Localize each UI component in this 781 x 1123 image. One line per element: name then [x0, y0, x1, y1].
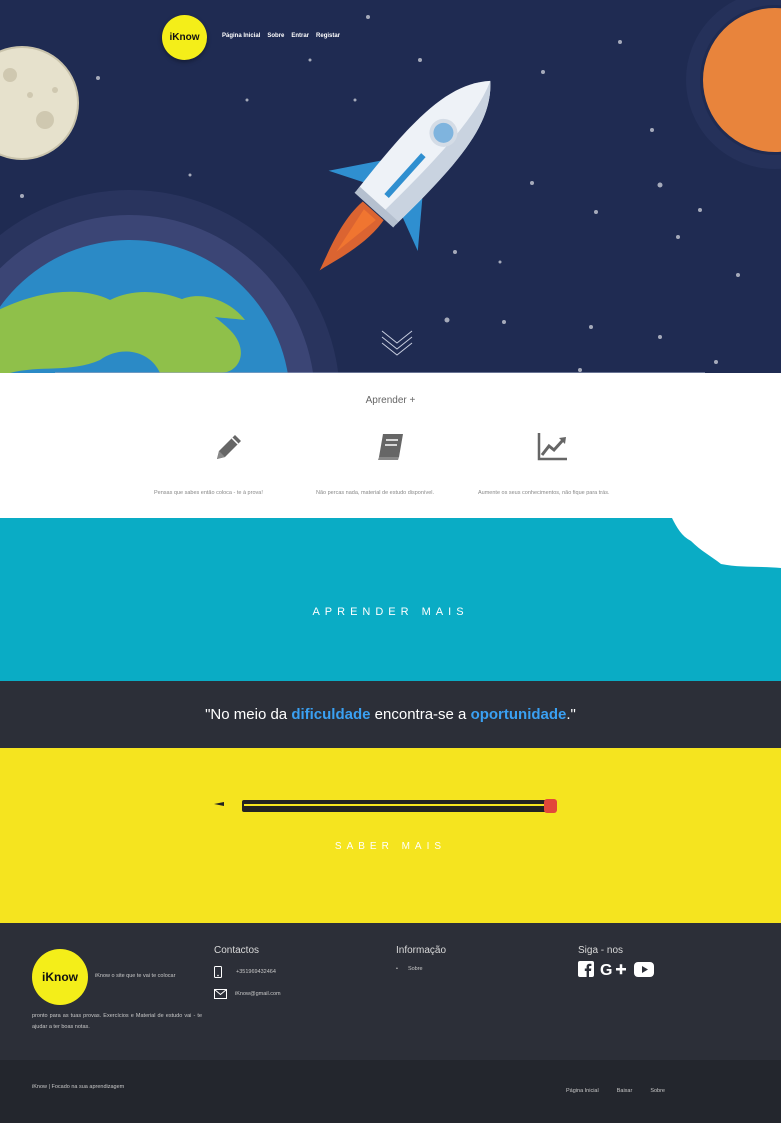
email-address[interactable]: iKnow@gmail.com	[235, 991, 281, 997]
logo-suffix: Know	[172, 32, 200, 43]
quote-part: encontra-se a	[370, 706, 471, 723]
quote-section: "No meio da dificuldade encontra-se a op…	[0, 681, 781, 748]
quote-part: ."	[566, 706, 576, 723]
copyright: iKnow | Focado na sua aprendizagem	[32, 1084, 125, 1090]
space-illustration	[0, 0, 781, 373]
learn-more-button[interactable]: APRENDER MAIS	[0, 606, 781, 618]
features-section: Aprender + Pensas que sabes então coloca…	[0, 373, 781, 518]
learn-more-section: APRENDER MAIS	[0, 518, 781, 681]
know-more-section: SABER MAIS	[0, 748, 781, 923]
quote-part: "No meio da	[205, 706, 292, 723]
main-nav: Página Inicial Sobre Entrar Registar	[222, 33, 340, 39]
quote-highlight: oportunidade	[470, 706, 567, 723]
hero-section: i Know Página Inicial Sobre Entrar Regist…	[0, 0, 781, 373]
feature-item: Não percas nada, material de estudo disp…	[316, 431, 476, 499]
follow-title: Siga - nos	[578, 945, 624, 956]
bottom-link-download[interactable]: Baixar	[617, 1088, 633, 1094]
envelope-icon	[214, 989, 227, 999]
social-links: G	[578, 961, 654, 977]
chart-line-icon	[537, 433, 567, 461]
pencil-graphic	[214, 799, 557, 813]
svg-text:G: G	[600, 962, 612, 977]
facebook-icon[interactable]	[578, 961, 594, 977]
quote-text: "No meio da dificuldade encontra-se a op…	[0, 706, 781, 723]
bottom-bar: iKnow | Focado na sua aprendizagem Págin…	[0, 1060, 781, 1123]
nav-register[interactable]: Registar	[316, 33, 340, 39]
feature-text: Pensas que sabes então coloca - te à pro…	[154, 490, 263, 496]
info-link-about[interactable]: Sobre	[396, 966, 423, 972]
contact-phone: +351969432464	[214, 966, 276, 978]
youtube-icon[interactable]	[634, 961, 654, 977]
logo[interactable]: i Know	[162, 15, 207, 60]
book-icon	[378, 434, 403, 460]
quote-highlight: dificuldade	[291, 706, 371, 723]
nav-login[interactable]: Entrar	[291, 33, 309, 39]
footer-description-cont: pronto para as tuas provas. Exercícios e…	[32, 1013, 202, 1030]
feature-text: Aumente os seus conhecimentos, não fique…	[478, 490, 610, 496]
chevron-down-icon[interactable]	[380, 327, 414, 357]
feature-text: Não percas nada, material de estudo disp…	[316, 490, 435, 496]
contact-email: iKnow@gmail.com	[214, 989, 281, 999]
google-plus-icon[interactable]: G	[600, 961, 628, 977]
bottom-link-about[interactable]: Sobre	[650, 1088, 665, 1094]
phone-number: +351969432464	[236, 969, 276, 975]
features-title: Aprender +	[365, 395, 416, 406]
phone-icon	[214, 966, 222, 978]
logo-suffix: Know	[45, 970, 78, 984]
bottom-link-home[interactable]: Página Inicial	[566, 1088, 599, 1094]
footer-description: iKnow o site que te vai te colocar	[95, 973, 176, 979]
feature-item: Aumente os seus conhecimentos, não fique…	[478, 431, 638, 499]
feature-item: Pensas que sabes então coloca - te à pro…	[154, 431, 314, 499]
contacts-title: Contactos	[214, 945, 260, 956]
footer: i Know iKnow o site que te vai te colocar…	[0, 923, 781, 1060]
nav-about[interactable]: Sobre	[267, 33, 284, 39]
paint-splash	[672, 518, 781, 568]
nav-home[interactable]: Página Inicial	[222, 33, 260, 39]
know-more-button[interactable]: SABER MAIS	[0, 841, 781, 852]
pencil-icon	[217, 435, 241, 459]
footer-logo[interactable]: i Know	[32, 949, 88, 1005]
info-title: Informação	[396, 945, 447, 956]
bottom-links: Página Inicial Baixar Sobre	[566, 1088, 665, 1094]
